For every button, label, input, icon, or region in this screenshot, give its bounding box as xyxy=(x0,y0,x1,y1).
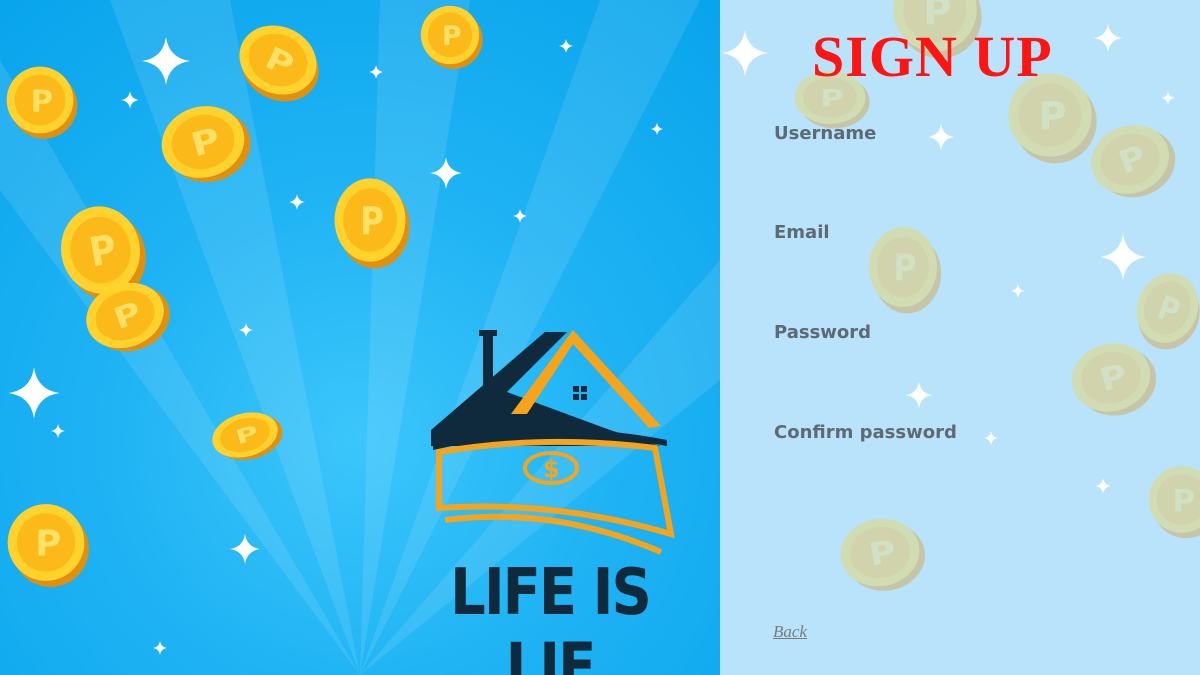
sparkle-icon xyxy=(512,208,528,224)
confirm-password-label: Confirm password xyxy=(774,422,957,443)
email-label: Email xyxy=(774,222,830,243)
brand-name: LIFE IS LIE xyxy=(450,555,652,675)
sparkle-icon xyxy=(1160,90,1176,106)
p-coin-icon xyxy=(153,95,258,192)
sparkle-icon xyxy=(721,29,769,77)
p-coin-icon xyxy=(334,178,410,269)
sparkle-icon xyxy=(1093,23,1123,53)
sparkle-icon xyxy=(927,123,955,151)
left-panel: $ LIFE IS LIE xyxy=(0,0,720,675)
p-coin-icon xyxy=(835,511,931,598)
sparkle-icon xyxy=(238,322,254,338)
p-coin-icon xyxy=(420,5,483,69)
p-coin-icon xyxy=(6,66,78,139)
dollar-symbol: $ xyxy=(543,455,560,483)
username-label: Username xyxy=(774,123,877,144)
sparkle-icon xyxy=(121,91,139,109)
sparkle-icon xyxy=(1010,283,1026,299)
back-link[interactable]: Back xyxy=(773,622,807,642)
sparkle-icon xyxy=(8,367,60,419)
sparkle-icon xyxy=(558,38,574,54)
p-coin-icon xyxy=(1148,466,1200,539)
sparkle-icon xyxy=(142,37,190,85)
house-money-logo: $ LIFE IS LIE xyxy=(405,320,695,675)
page-title: SIGN UP xyxy=(812,24,1053,89)
confirm-password-input[interactable] xyxy=(774,452,1108,484)
p-coin-icon xyxy=(76,270,180,363)
house-money-logo-icon: $ xyxy=(431,330,675,555)
p-coin-icon xyxy=(7,504,89,587)
sparkle-icon xyxy=(229,533,261,565)
username-input[interactable] xyxy=(774,152,1108,184)
sparkle-icon xyxy=(983,430,999,446)
password-label: Password xyxy=(774,322,872,343)
sparkle-icon xyxy=(368,64,384,80)
password-input[interactable] xyxy=(774,352,1108,384)
sparkle-icon xyxy=(152,640,168,656)
email-input[interactable] xyxy=(774,252,1108,284)
sparkle-icon xyxy=(905,381,933,409)
sparkle-icon xyxy=(50,423,66,439)
sparkle-icon xyxy=(650,122,664,136)
sparkle-icon xyxy=(430,157,462,189)
p-coin-icon xyxy=(207,404,288,468)
sparkle-icon xyxy=(289,194,305,210)
